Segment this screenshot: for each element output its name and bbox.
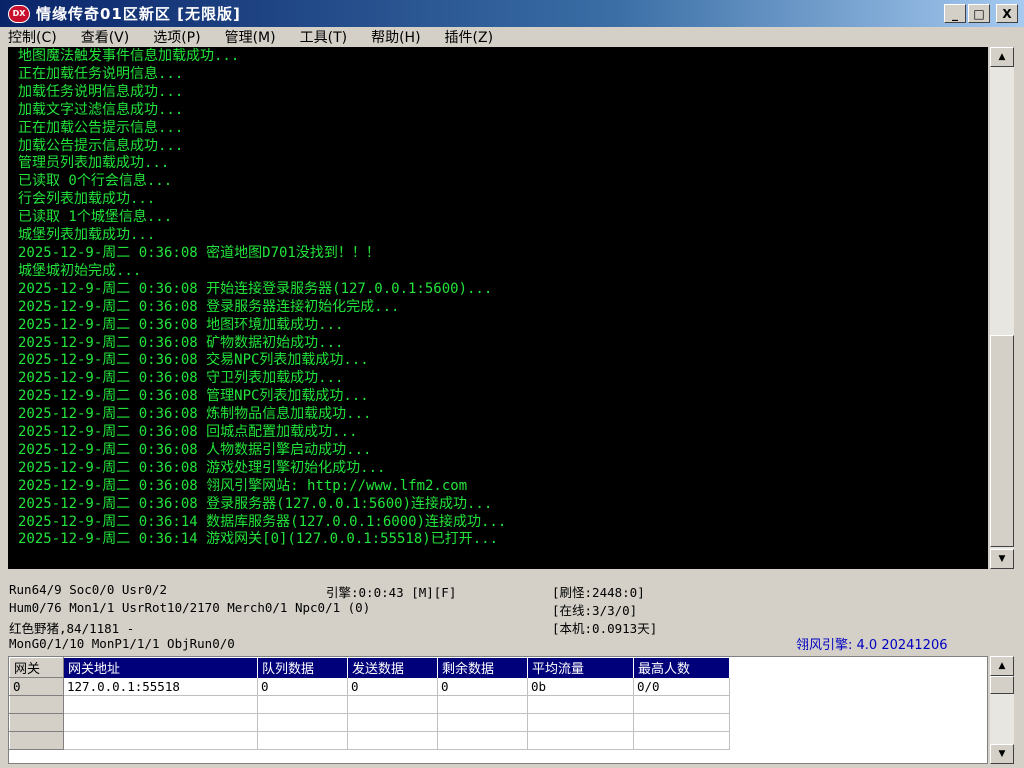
log-line: 已读取 0个行会信息... (18, 173, 173, 190)
status-hum: Hum0/76 Mon1/1 UsrRot10/2170 Merch0/1 Np… (9, 600, 371, 615)
log-line: 加载公告提示信息成功... (18, 137, 184, 154)
gateway-table[interactable]: 网关 网关地址 队列数据 发送数据 剩余数据 平均流量 最高人数 0 127.0… (8, 656, 988, 764)
menu-help[interactable]: 帮助(H) (371, 27, 420, 47)
table-scroll-thumb[interactable] (990, 676, 1014, 694)
table-row[interactable]: 0 127.0.0.1:55518 0 0 0 0b 0/0 (9, 677, 730, 696)
log-line: 行会列表加载成功... (18, 191, 156, 208)
column-queue-data[interactable]: 队列数据 (257, 657, 348, 678)
column-gateway[interactable]: 网关 (9, 657, 64, 678)
log-line: 地图魔法触发事件信息加载成功... (18, 48, 240, 64)
cell-avg-traffic: 0b (527, 677, 634, 696)
log-line: 2025-12-9-周二 0:36:08 矿物数据初始成功... (18, 334, 344, 351)
log-line: 加载任务说明信息成功... (18, 83, 184, 100)
row-header-cell (9, 731, 64, 750)
cell-gateway: 0 (9, 677, 64, 696)
log-line: 2025-12-9-周二 0:36:14 游戏网关[0](127.0.0.1:5… (18, 531, 499, 548)
scroll-up-arrow-icon[interactable]: ▲ (990, 47, 1014, 67)
table-row[interactable] (9, 695, 730, 714)
log-line: 管理员列表加载成功... (18, 155, 170, 172)
log-line: 2025-12-9-周二 0:36:08 登录服务器连接初始化完成... (18, 298, 400, 315)
log-line: 城堡城初始完成... (18, 262, 142, 279)
menu-view[interactable]: 查看(V) (81, 27, 130, 47)
row-header-cell (9, 713, 64, 732)
log-line: 2025-12-9-周二 0:36:08 地图环境加载成功... (18, 316, 344, 333)
scroll-thumb[interactable] (990, 335, 1014, 547)
log-line: 2025-12-9-周二 0:36:08 密道地图D701没找到！！！ (18, 244, 380, 261)
row-header-cell (9, 695, 64, 714)
column-gateway-address[interactable]: 网关地址 (63, 657, 258, 678)
table-row[interactable] (9, 713, 730, 732)
status-panel: Run64/9 Soc0/0 Usr0/2 引擎:0:0:43 [M][F] [… (0, 572, 1024, 656)
cell-remaining: 0 (437, 677, 528, 696)
cell-queue: 0 (257, 677, 348, 696)
app-icon: DX (8, 4, 30, 23)
console-log[interactable]: 地图魔法触发事件信息加载成功... 正在加载任务说明信息... 加载任务说明信息… (8, 47, 988, 569)
log-line: 2025-12-9-周二 0:36:08 游戏处理引擎初始化成功... (18, 459, 386, 476)
table-row[interactable] (9, 731, 730, 750)
menu-options[interactable]: 选项(P) (153, 27, 200, 47)
log-line: 2025-12-9-周二 0:36:08 守卫列表加载成功... (18, 370, 344, 387)
status-local: [本机:0.0913天] (552, 621, 658, 636)
minimize-button[interactable]: _ (944, 4, 966, 23)
menu-tools[interactable]: 工具(T) (300, 27, 347, 47)
log-line: 2025-12-9-周二 0:36:08 人物数据引擎启动成功... (18, 441, 372, 458)
status-online: [在线:3/3/0] (552, 603, 638, 618)
log-line: 2025-12-9-周二 0:36:08 交易NPC列表加载成功... (18, 352, 369, 369)
menu-plugins[interactable]: 插件(Z) (445, 27, 494, 47)
engine-version: 翎风引擎: 4.0 20241206 (796, 638, 948, 653)
log-line: 2025-12-9-周二 0:36:08 回城点配置加载成功... (18, 424, 358, 441)
log-line: 2025-12-9-周二 0:36:14 数据库服务器(127.0.0.1:60… (18, 513, 507, 530)
status-refresh: [刷怪:2448:0] (552, 585, 645, 600)
column-max-users[interactable]: 最高人数 (633, 657, 730, 678)
status-mongen: MonG0/1/10 MonP1/1/1 ObjRun0/0 (9, 636, 235, 651)
table-scroll-up-arrow-icon[interactable]: ▲ (990, 656, 1014, 676)
cell-address: 127.0.0.1:55518 (63, 677, 258, 696)
table-scrollbar[interactable]: ▲ ▼ (990, 656, 1014, 764)
log-line: 正在加载任务说明信息... (18, 65, 184, 82)
column-avg-traffic[interactable]: 平均流量 (527, 657, 634, 678)
log-line: 正在加载公告提示信息... (18, 119, 184, 136)
log-line: 2025-12-9-周二 0:36:08 翎风引擎网站: http://www.… (18, 477, 468, 494)
close-button[interactable]: X (996, 4, 1018, 23)
cell-send: 0 (347, 677, 438, 696)
menu-control[interactable]: 控制(C) (8, 27, 57, 47)
status-monster: 红色野猪,84/1181 - (9, 621, 135, 636)
log-line: 2025-12-9-周二 0:36:08 炼制物品信息加载成功... (18, 406, 372, 423)
table-scroll-down-arrow-icon[interactable]: ▼ (990, 744, 1014, 764)
log-line: 2025-12-9-周二 0:36:08 登录服务器(127.0.0.1:560… (18, 495, 493, 512)
log-line: 城堡列表加载成功... (18, 227, 156, 244)
status-run: Run64/9 Soc0/0 Usr0/2 (9, 582, 168, 597)
status-engine-time: 引擎:0:0:43 [M][F] (326, 585, 457, 600)
log-line: 2025-12-9-周二 0:36:08 管理NPC列表加载成功... (18, 388, 369, 405)
menu-bar: 控制(C) 查看(V) 选项(P) 管理(M) 工具(T) 帮助(H) 插件(Z… (0, 27, 1024, 47)
column-remaining-data[interactable]: 剩余数据 (437, 657, 528, 678)
maximize-button[interactable]: □ (968, 4, 990, 23)
table-header-row: 网关 网关地址 队列数据 发送数据 剩余数据 平均流量 最高人数 (9, 657, 730, 678)
window-title: 情缘传奇01区新区 [无限版] (36, 5, 241, 23)
cell-max-users: 0/0 (633, 677, 730, 696)
title-bar[interactable]: DX 情缘传奇01区新区 [无限版] _ □ X (0, 0, 1024, 27)
log-line: 已读取 1个城堡信息... (18, 209, 173, 226)
log-line: 2025-12-9-周二 0:36:08 开始连接登录服务器(127.0.0.1… (18, 280, 493, 297)
log-line: 加载文字过滤信息成功... (18, 101, 184, 118)
scroll-down-arrow-icon[interactable]: ▼ (990, 549, 1014, 569)
console-scrollbar[interactable]: ▲ ▼ (990, 47, 1014, 569)
menu-manage[interactable]: 管理(M) (225, 27, 276, 47)
column-send-data[interactable]: 发送数据 (347, 657, 438, 678)
